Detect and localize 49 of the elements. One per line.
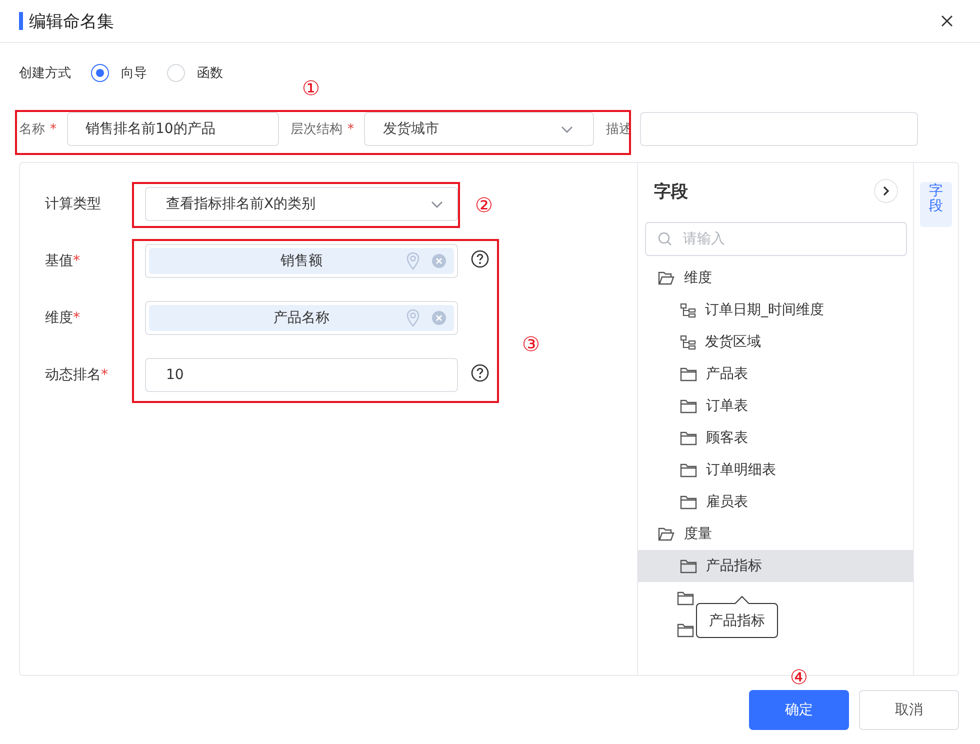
annotation-number: ③ <box>522 333 540 355</box>
text-field[interactable]: 10 <box>145 358 458 392</box>
radio-label[interactable]: 函数 <box>197 64 223 82</box>
search-field[interactable]: 请输入 <box>645 222 907 256</box>
tree-item[interactable]: 发货区域 <box>638 326 913 358</box>
field-label: 计算类型 <box>45 195 102 213</box>
hierarchy-icon <box>680 302 696 318</box>
location-pin-icon <box>406 252 420 270</box>
tooltip: 产品指标 <box>696 603 778 638</box>
field-label: 名称 * <box>19 121 56 138</box>
select-field[interactable]: 发货城市 <box>364 112 594 146</box>
field-label: 动态排名* <box>45 366 109 385</box>
search-icon <box>658 232 672 246</box>
tree-item[interactable]: 维度 <box>638 262 913 294</box>
close-icon[interactable] <box>941 15 953 27</box>
tree-item[interactable]: 订单明细表 <box>638 454 913 486</box>
field-chip[interactable]: 销售额 <box>149 248 454 274</box>
tree-item[interactable]: 顾客表 <box>638 422 913 454</box>
help-icon[interactable] <box>471 364 489 382</box>
field-label: 创建方式 <box>19 65 71 82</box>
field-label: 维度* <box>45 309 81 327</box>
annotation-number: ② <box>475 194 493 216</box>
radio-label[interactable]: 向导 <box>121 64 147 82</box>
text-field[interactable]: 销售排名前10的产品 <box>66 112 278 146</box>
input-field[interactable] <box>640 112 918 146</box>
field-label: 层次结构 * <box>290 121 354 138</box>
tree-item[interactable]: 订单日期_时间维度 <box>638 294 913 326</box>
location-pin-icon <box>406 309 420 327</box>
cancel-button[interactable]: 取消 <box>859 690 959 730</box>
collapse-button[interactable] <box>874 179 898 203</box>
annotation-number: ④ <box>790 666 808 688</box>
tree-item[interactable]: 雇员表 <box>638 486 913 518</box>
confirm-button[interactable]: 确定 <box>749 690 849 730</box>
tree-item[interactable]: 订单表 <box>638 390 913 422</box>
help-icon[interactable] <box>471 250 489 268</box>
field-chip[interactable]: 产品名称 <box>149 305 454 331</box>
tree-item[interactable]: 产品表 <box>638 358 913 390</box>
tree-item[interactable]: 产品指标 <box>638 550 913 582</box>
annotation-number: ① <box>302 77 320 99</box>
select-field[interactable]: 查看指标排名前X的类别 <box>145 187 458 221</box>
radio-button[interactable] <box>91 64 109 82</box>
panel-title: 字段 <box>654 180 688 202</box>
hierarchy-icon <box>680 334 696 350</box>
dialog-title: 编辑命名集 <box>29 10 115 32</box>
field-label: 基值* <box>45 252 81 271</box>
title-accent <box>19 12 23 30</box>
chevron-right-icon <box>882 186 890 196</box>
side-tab[interactable]: 字段 <box>920 182 952 227</box>
tree-item[interactable]: 度量 <box>638 518 913 550</box>
